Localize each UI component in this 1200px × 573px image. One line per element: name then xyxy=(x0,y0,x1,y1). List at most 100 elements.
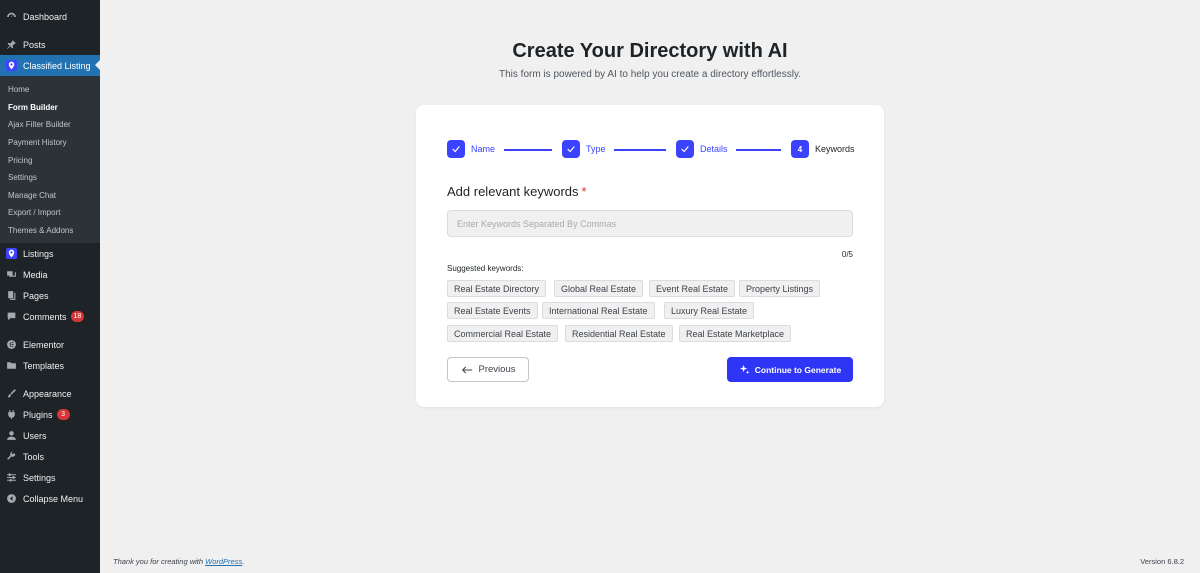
menu-templates-label: Templates xyxy=(23,360,65,371)
submenu-export-import[interactable]: Export / Import xyxy=(0,204,100,222)
brush-icon xyxy=(6,388,17,399)
menu-classified-listing[interactable]: Classified Listing xyxy=(0,55,100,76)
checkmark-icon xyxy=(447,140,465,158)
keyword-chip[interactable]: Luxury Real Estate xyxy=(664,302,755,319)
keywords-input[interactable] xyxy=(447,210,853,237)
menu-elementor-label: Elementor xyxy=(23,339,65,350)
menu-pages-label: Pages xyxy=(23,290,49,301)
menu-listings[interactable]: Listings xyxy=(0,243,100,264)
keywords-heading-text: Add relevant keywords xyxy=(447,184,579,199)
menu-comments-label: Comments xyxy=(23,311,67,322)
page-subtitle: This form is powered by AI to help you c… xyxy=(499,69,801,80)
elementor-icon xyxy=(6,339,17,350)
submenu-settings[interactable]: Settings xyxy=(0,169,100,187)
keywords-heading: Add relevant keywords * xyxy=(447,184,587,199)
comments-count-badge: 18 xyxy=(70,311,85,323)
menu-plugins[interactable]: Plugins 3 xyxy=(0,404,100,425)
step-type[interactable]: Type xyxy=(562,140,606,158)
menu-collapse[interactable]: Collapse Menu xyxy=(0,488,100,509)
menu-dashboard[interactable]: Dashboard xyxy=(0,6,100,27)
step-connector xyxy=(736,149,781,151)
keyword-chip[interactable]: International Real Estate xyxy=(542,302,655,319)
menu-appearance[interactable]: Appearance xyxy=(0,383,100,404)
menu-tools-label: Tools xyxy=(23,451,45,462)
step-connector xyxy=(614,149,666,151)
keyword-chip[interactable]: Global Real Estate xyxy=(554,280,644,297)
menu-elementor[interactable]: Elementor xyxy=(0,334,100,355)
step-name[interactable]: Name xyxy=(447,140,495,158)
submenu-form-builder[interactable]: Form Builder xyxy=(0,99,100,117)
keyword-chip[interactable]: Commercial Real Estate xyxy=(447,325,559,342)
plugins-update-badge: 3 xyxy=(56,409,70,421)
continue-to-generate-label: Continue to Generate xyxy=(754,364,842,375)
footer-thanks-suffix: . xyxy=(242,557,245,566)
keyword-chip[interactable]: Event Real Estate xyxy=(649,280,736,297)
classified-listing-submenu: Home Form Builder Ajax Filter Builder Pa… xyxy=(0,76,100,244)
plugin-icon xyxy=(6,409,17,420)
step-connector xyxy=(504,149,552,151)
map-pin-icon xyxy=(6,248,17,260)
menu-users-label: Users xyxy=(23,430,47,441)
menu-users[interactable]: Users xyxy=(0,425,100,446)
user-icon xyxy=(6,430,17,441)
pin-icon xyxy=(6,39,17,50)
menu-templates[interactable]: Templates xyxy=(0,355,100,376)
keyword-chip[interactable]: Real Estate Marketplace xyxy=(679,325,792,342)
menu-pages[interactable]: Pages xyxy=(0,285,100,306)
keyword-chip[interactable]: Residential Real Estate xyxy=(565,325,673,342)
step-type-label: Type xyxy=(586,144,606,154)
main-content: Create Your Directory with AI This form … xyxy=(100,0,1200,573)
step-keywords[interactable]: 4 Keywords xyxy=(791,140,855,158)
dashboard-icon xyxy=(6,11,17,22)
page-title: Create Your Directory with AI xyxy=(512,40,788,62)
submenu-themes-addons[interactable]: Themes & Addons xyxy=(0,222,100,240)
keyword-chip[interactable]: Property Listings xyxy=(739,280,821,297)
checkmark-icon xyxy=(562,140,580,158)
comment-icon xyxy=(6,311,17,322)
wrench-icon xyxy=(6,451,17,462)
menu-comments[interactable]: Comments 18 xyxy=(0,306,100,327)
arrow-left-icon xyxy=(461,366,472,373)
menu-settings[interactable]: Settings xyxy=(0,467,100,488)
previous-button[interactable]: Previous xyxy=(447,357,529,382)
menu-media-label: Media xyxy=(23,269,48,280)
sparkles-icon xyxy=(739,364,750,375)
suggested-keywords-label: Suggested keywords: xyxy=(447,264,524,273)
pages-icon xyxy=(6,290,17,301)
menu-posts-label: Posts xyxy=(23,39,46,50)
collapse-icon xyxy=(6,493,17,504)
menu-media[interactable]: Media xyxy=(0,264,100,285)
continue-to-generate-button[interactable]: Continue to Generate xyxy=(727,357,853,382)
required-asterisk: * xyxy=(581,184,587,199)
menu-posts[interactable]: Posts xyxy=(0,34,100,55)
checkmark-icon xyxy=(676,140,694,158)
menu-collapse-label: Collapse Menu xyxy=(23,493,84,504)
folder-icon xyxy=(6,360,17,371)
map-pin-icon xyxy=(6,60,17,71)
menu-classified-listing-label: Classified Listing xyxy=(23,60,91,71)
menu-tools[interactable]: Tools xyxy=(0,446,100,467)
step-details[interactable]: Details xyxy=(676,140,728,158)
submenu-ajax-filter-builder[interactable]: Ajax Filter Builder xyxy=(0,116,100,134)
submenu-payment-history[interactable]: Payment History xyxy=(0,134,100,152)
media-icon xyxy=(6,269,17,280)
wordpress-link[interactable]: WordPress xyxy=(205,557,242,566)
keyword-chip[interactable]: Real Estate Directory xyxy=(447,280,547,297)
ai-form-card: Name Type Details 4 Keywords Add relevan… xyxy=(416,105,884,407)
sliders-icon xyxy=(6,472,17,483)
footer-thanks-prefix: Thank you for creating with xyxy=(113,557,206,566)
submenu-pricing[interactable]: Pricing xyxy=(0,151,100,169)
admin-sidebar: Dashboard Posts Classified Listing Home … xyxy=(0,0,100,573)
step-number: 4 xyxy=(791,140,809,158)
step-keywords-label: Keywords xyxy=(815,144,855,154)
keyword-chip[interactable]: Real Estate Events xyxy=(447,302,538,319)
submenu-home[interactable]: Home xyxy=(0,81,100,99)
submenu-manage-chat[interactable]: Manage Chat xyxy=(0,187,100,205)
menu-dashboard-label: Dashboard xyxy=(23,11,68,22)
menu-appearance-label: Appearance xyxy=(23,388,72,399)
menu-listings-label: Listings xyxy=(23,248,54,259)
footer-thanks: Thank you for creating with WordPress. xyxy=(113,557,244,566)
menu-settings-label: Settings xyxy=(23,472,56,483)
menu-plugins-label: Plugins xyxy=(23,409,53,420)
footer-version: Version 6.8.2 xyxy=(1140,557,1184,566)
